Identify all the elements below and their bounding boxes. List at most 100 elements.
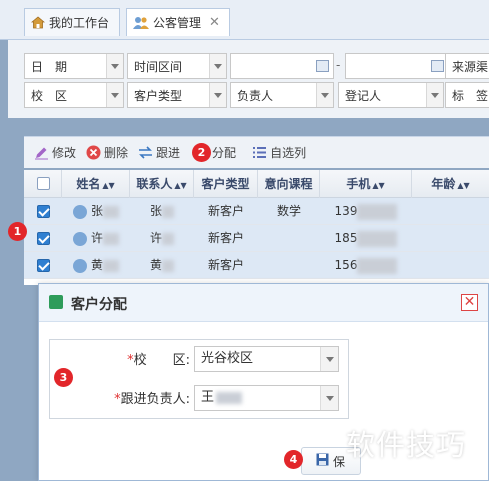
campus-select[interactable]: 光谷校区 xyxy=(194,346,339,372)
column-course[interactable]: 意向课程 xyxy=(258,170,320,198)
chevron-down-icon xyxy=(209,83,226,107)
sort-icon: ▲▼ xyxy=(174,181,187,190)
registrar-select-label: 登记人 xyxy=(345,88,382,103)
owner-select[interactable]: 负责人 xyxy=(230,82,334,108)
calendar-icon[interactable] xyxy=(316,60,329,72)
table-row[interactable]: 黄 黄 新客户 156 xyxy=(24,252,489,279)
campus-select-label: 校 区 xyxy=(31,88,68,103)
start-date-input[interactable] xyxy=(230,53,334,79)
people-icon xyxy=(133,16,149,29)
campus-select[interactable]: 校 区 xyxy=(24,82,124,108)
step-marker: 1 xyxy=(8,222,27,241)
source-channel-label: 来源渠 xyxy=(452,59,489,74)
close-icon[interactable]: ✕ xyxy=(209,15,220,30)
tab-label: 公客管理 xyxy=(153,16,202,30)
column-age[interactable]: 年龄 ▲▼ xyxy=(412,170,489,198)
chevron-down-icon xyxy=(426,83,443,107)
campus-value: 光谷校区 xyxy=(201,351,254,366)
sort-icon: ▲▼ xyxy=(372,181,385,190)
select-all-checkbox[interactable] xyxy=(37,177,50,190)
user-icon xyxy=(72,204,87,219)
chevron-down-icon xyxy=(320,347,338,371)
time-range-select[interactable]: 时间区间 xyxy=(127,53,227,79)
age-cell xyxy=(412,198,489,225)
tab-customer-management[interactable]: 公客管理 ✕ xyxy=(126,8,230,36)
dialog-header: 客户分配 ✕ xyxy=(39,284,488,322)
type-cell: 新客户 xyxy=(207,231,244,245)
contact-cell: 张 xyxy=(130,198,194,225)
registrar-select[interactable]: 登记人 xyxy=(338,82,444,108)
chevron-down-icon xyxy=(316,83,333,107)
chevron-down-icon xyxy=(106,54,123,78)
list-icon xyxy=(252,145,267,160)
save-label: 保 xyxy=(333,454,346,469)
date-select[interactable]: 日 期 xyxy=(24,53,124,79)
chevron-down-icon xyxy=(320,386,338,410)
name-cell: 许 xyxy=(62,225,130,252)
campus-field-label: *校 区: xyxy=(127,353,190,368)
step-marker: 3 xyxy=(54,368,73,387)
row-checkbox[interactable] xyxy=(37,232,50,245)
user-icon xyxy=(72,231,87,246)
user-icon xyxy=(72,258,87,273)
time-range-label: 时间区间 xyxy=(134,59,183,74)
owner-field-label: *跟进负责人: xyxy=(114,392,190,407)
table-row[interactable]: 许 许 新客户 185 xyxy=(24,225,489,252)
tab-bar: 我的工作台 公客管理 ✕ xyxy=(0,0,489,40)
column-contact[interactable]: 联系人 ▲▼ xyxy=(130,170,194,198)
filter-panel: 日 期 时间区间 - 来源渠 校 区 客户类型 负责人 登记人 标 签 xyxy=(8,40,489,118)
name-cell: 张 xyxy=(62,198,130,225)
tag-select[interactable]: 标 签 xyxy=(445,82,489,108)
column-customer-type[interactable]: 客户类型 xyxy=(194,170,258,198)
dialog-title: 客户分配 xyxy=(71,297,127,313)
column-name[interactable]: 姓名 ▲▼ xyxy=(62,170,130,198)
customer-type-label: 客户类型 xyxy=(134,88,183,103)
tab-workbench[interactable]: 我的工作台 xyxy=(24,8,120,36)
phone-cell: 156 xyxy=(320,252,412,279)
grid-header: 姓名 ▲▼ 联系人 ▲▼ 客户类型 意向课程 手机 ▲▼ 年龄 ▲▼ xyxy=(24,170,489,198)
watermark: 软件技巧 xyxy=(346,428,467,462)
column-phone[interactable]: 手机 ▲▼ xyxy=(320,170,412,198)
assign-form: *校 区: 光谷校区 *跟进负责人: 王 xyxy=(49,339,349,419)
grid-toolbar: 修改 删除 跟进 分配 自选列 xyxy=(24,136,489,168)
row-checkbox[interactable] xyxy=(37,205,50,218)
step-marker: 2 xyxy=(192,143,211,162)
row-checkbox[interactable] xyxy=(37,259,50,272)
source-channel-select[interactable]: 来源渠 xyxy=(445,53,489,79)
chevron-down-icon xyxy=(106,83,123,107)
tag-select-label: 标 签 xyxy=(452,88,489,103)
customer-grid: 姓名 ▲▼ 联系人 ▲▼ 客户类型 意向课程 手机 ▲▼ 年龄 ▲▼ 张 张 新客户 数… xyxy=(24,170,489,285)
share-icon xyxy=(49,295,63,309)
name-cell: 黄 xyxy=(62,252,130,279)
edit-button[interactable]: 修改 xyxy=(34,144,76,161)
table-row[interactable]: 张 张 新客户 数学 139 xyxy=(24,198,489,225)
chevron-down-icon xyxy=(209,54,226,78)
followup-button[interactable]: 跟进 xyxy=(138,144,180,161)
pencil-icon xyxy=(34,145,49,160)
age-cell xyxy=(412,225,489,252)
custom-columns-label: 自选列 xyxy=(270,146,307,160)
course-cell xyxy=(258,252,320,279)
tab-label: 我的工作台 xyxy=(49,16,110,30)
contact-cell: 许 xyxy=(130,225,194,252)
owner-select-label: 负责人 xyxy=(237,88,274,103)
owner-select[interactable]: 王 xyxy=(194,385,339,411)
contact-cell: 黄 xyxy=(130,252,194,279)
sort-icon: ▲▼ xyxy=(102,181,115,190)
phone-cell: 139 xyxy=(320,198,412,225)
customer-type-select[interactable]: 客户类型 xyxy=(127,82,227,108)
delete-icon xyxy=(86,145,101,160)
calendar-icon[interactable] xyxy=(431,60,444,72)
date-select-label: 日 期 xyxy=(31,59,68,74)
followup-label: 跟进 xyxy=(156,146,181,160)
custom-columns-button[interactable]: 自选列 xyxy=(252,144,306,161)
range-dash: - xyxy=(336,58,341,72)
end-date-input[interactable] xyxy=(345,53,449,79)
assign-label: 分配 xyxy=(212,146,237,160)
delete-button[interactable]: 删除 xyxy=(86,144,128,161)
exchange-icon xyxy=(138,145,153,160)
select-all-cell xyxy=(24,170,62,198)
owner-value: 王 xyxy=(201,390,215,405)
course-cell: 数学 xyxy=(276,204,301,218)
close-icon[interactable]: ✕ xyxy=(461,294,478,311)
